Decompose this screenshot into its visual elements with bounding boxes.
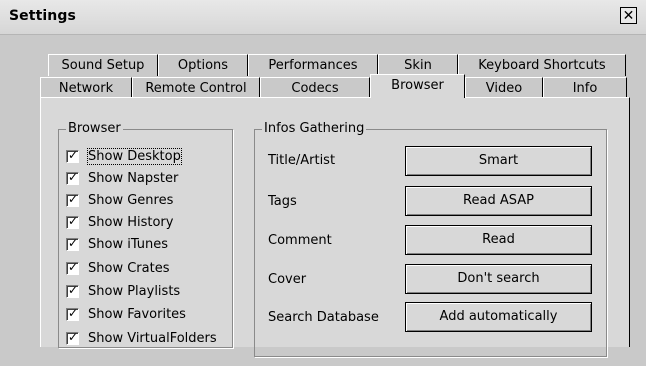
checkbox-show-napster[interactable]: ✓ Show Napster — [66, 169, 178, 187]
checkbox-label: Show iTunes — [88, 236, 169, 252]
checkbox-show-desktop[interactable]: ✓ Show Desktop — [66, 147, 182, 165]
tags-label: Tags — [268, 194, 297, 209]
tab-video[interactable]: Video — [465, 77, 543, 99]
checkbox-label: Show Napster — [88, 170, 179, 186]
checkmark-icon: ✓ — [68, 329, 79, 344]
checkbox-box[interactable]: ✓ — [66, 213, 79, 229]
tab-info[interactable]: Info — [543, 77, 627, 99]
close-button[interactable]: ✕ — [620, 7, 637, 24]
checkmark-icon: ✓ — [68, 213, 79, 228]
cover-button[interactable]: Don't search — [405, 264, 592, 294]
checkbox-label: Show VirtualFolders — [88, 330, 217, 346]
checkbox-show-crates[interactable]: ✓ Show Crates — [66, 259, 169, 277]
close-icon: ✕ — [622, 8, 635, 24]
checkbox-show-virtualfolders[interactable]: ✓ Show VirtualFolders — [66, 329, 217, 347]
infos-gathering-group-title: Infos Gathering — [262, 121, 367, 137]
checkbox-show-history[interactable]: ✓ Show History — [66, 213, 173, 231]
window-title: Settings — [9, 8, 76, 24]
checkmark-icon: ✓ — [68, 169, 79, 184]
tab-sound-setup[interactable]: Sound Setup — [48, 54, 158, 76]
checkmark-icon: ✓ — [68, 305, 79, 320]
checkbox-box[interactable]: ✓ — [66, 147, 79, 163]
checkbox-label: Show Favorites — [88, 306, 186, 322]
checkbox-box[interactable]: ✓ — [66, 169, 79, 185]
tab-network[interactable]: Network — [40, 77, 132, 99]
title-artist-label: Title/Artist — [268, 153, 336, 168]
checkbox-box[interactable]: ✓ — [66, 305, 79, 321]
cover-label: Cover — [268, 272, 307, 287]
checkbox-label: Show Genres — [88, 192, 174, 208]
comment-label: Comment — [268, 233, 332, 248]
checkbox-label: Show Playlists — [88, 283, 181, 299]
checkbox-show-itunes[interactable]: ✓ Show iTunes — [66, 235, 168, 253]
tags-button[interactable]: Read ASAP — [405, 186, 592, 216]
tab-codecs[interactable]: Codecs — [260, 77, 370, 99]
checkmark-icon: ✓ — [68, 282, 79, 297]
checkbox-show-genres[interactable]: ✓ Show Genres — [66, 191, 173, 209]
tab-keyboard-shortcuts[interactable]: Keyboard Shortcuts — [458, 54, 626, 76]
tab-skin[interactable]: Skin — [378, 54, 458, 76]
checkbox-box[interactable]: ✓ — [66, 282, 79, 298]
checkbox-label: Show Desktop — [87, 147, 182, 165]
checkbox-label: Show Crates — [88, 260, 170, 276]
checkbox-label: Show History — [88, 214, 174, 230]
comment-button[interactable]: Read — [405, 225, 592, 255]
checkbox-box[interactable]: ✓ — [66, 259, 79, 275]
search-database-button[interactable]: Add automatically — [405, 302, 592, 332]
title-artist-button[interactable]: Smart — [405, 146, 592, 176]
checkmark-icon: ✓ — [68, 259, 79, 274]
search-database-label: Search Database — [268, 310, 379, 325]
checkbox-show-favorites[interactable]: ✓ Show Favorites — [66, 305, 186, 323]
browser-group-title: Browser — [66, 121, 123, 137]
checkmark-icon: ✓ — [68, 191, 79, 206]
title-bar: Settings ✕ — [0, 0, 646, 35]
tab-options[interactable]: Options — [158, 54, 248, 76]
checkbox-show-playlists[interactable]: ✓ Show Playlists — [66, 282, 180, 300]
checkbox-box[interactable]: ✓ — [66, 235, 79, 251]
checkmark-icon: ✓ — [68, 235, 79, 250]
checkmark-icon: ✓ — [68, 147, 79, 162]
checkbox-box[interactable]: ✓ — [66, 329, 79, 345]
checkbox-box[interactable]: ✓ — [66, 191, 79, 207]
tab-remote-control[interactable]: Remote Control — [132, 77, 260, 99]
tab-performances[interactable]: Performances — [248, 54, 378, 76]
tab-browser[interactable]: Browser — [370, 74, 465, 98]
